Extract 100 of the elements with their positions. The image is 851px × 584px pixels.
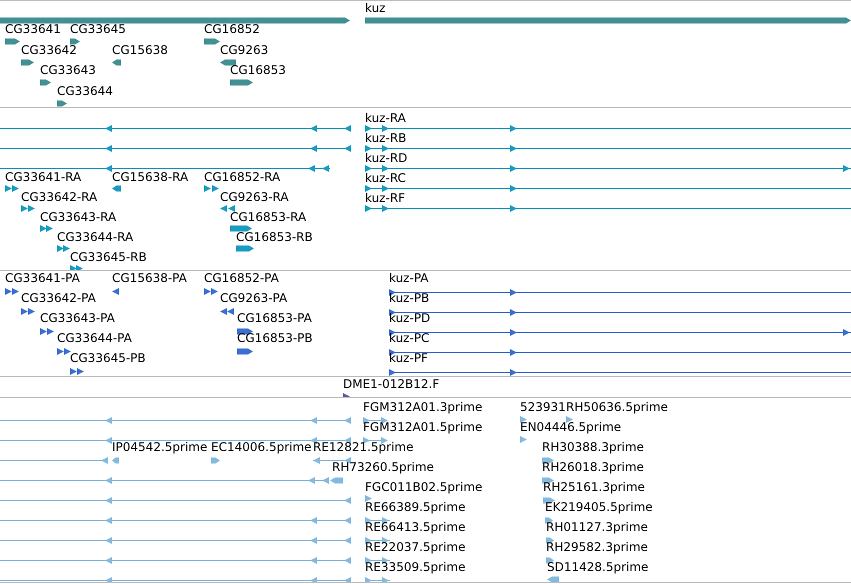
feature-label: RH50636.5prime: [566, 401, 668, 413]
transcript-glyph[interactable]: [365, 144, 851, 152]
feature-label: CG15638-RA: [112, 171, 188, 183]
transcript-glyph[interactable]: [204, 184, 219, 192]
transcript-glyph[interactable]: [0, 144, 351, 152]
feature-label: RH01127.3prime: [546, 521, 648, 533]
feature-label: CG16852: [204, 23, 260, 35]
est-glyph[interactable]: [313, 456, 351, 464]
feature-label: RE66389.5prime: [365, 501, 466, 513]
feature-label: RH30388.3prime: [542, 441, 644, 453]
feature-label: kuz-PB: [389, 292, 430, 304]
gene-glyph[interactable]: [230, 78, 253, 86]
feature-label: CG33641: [5, 23, 61, 35]
feature-label: kuz-RB: [365, 132, 406, 144]
feature-label: CG16852-PA: [204, 272, 279, 284]
feature-label: kuz-PA: [389, 272, 428, 284]
transcript-glyph[interactable]: [57, 244, 70, 252]
est-glyph[interactable]: [545, 516, 553, 524]
feature-label: EK219405.5prime: [545, 501, 653, 513]
feature-label: RE22037.5prime: [365, 541, 466, 553]
gene-glyph[interactable]: [70, 38, 80, 44]
est-glyph[interactable]: [365, 536, 390, 544]
transcript-glyph[interactable]: [112, 184, 121, 192]
feature-label: CG9263-PA: [220, 292, 288, 304]
gene-glyph[interactable]: [40, 78, 51, 86]
gene-glyph[interactable]: [57, 100, 67, 106]
gene-glyph[interactable]: [0, 16, 350, 24]
protein-glyph[interactable]: [237, 328, 253, 334]
feature-label: EC14006.5prime: [211, 441, 312, 453]
feature-label: CG33643: [40, 64, 96, 76]
gene-glyph[interactable]: [204, 38, 220, 44]
feature-label: CG16853-PA: [237, 312, 312, 324]
feature-label: CG33641-RA: [5, 171, 82, 183]
est-glyph[interactable]: [542, 476, 554, 484]
feature-label: kuz-RA: [365, 112, 406, 124]
est-glyph[interactable]: [365, 516, 390, 524]
feature-label: CG33642-RA: [21, 191, 98, 203]
feature-label: RH26018.3prime: [542, 461, 644, 473]
transcript-glyph[interactable]: [365, 164, 851, 172]
transcript-glyph[interactable]: [0, 124, 351, 132]
feature-label: RH29582.3prime: [546, 541, 648, 553]
est-glyph[interactable]: [365, 556, 390, 564]
gene-glyph[interactable]: [5, 38, 20, 44]
feature-label: kuz-RF: [365, 192, 406, 204]
feature-label: CG9263: [220, 44, 268, 56]
transcript-glyph[interactable]: [365, 184, 851, 192]
gene-glyph[interactable]: [21, 58, 34, 66]
feature-label: CG33645-RB: [70, 251, 147, 263]
transcript-glyph[interactable]: [40, 224, 53, 232]
transcript-glyph[interactable]: [220, 204, 235, 212]
feature-label: CG33641-PA: [5, 272, 80, 284]
feature-label: kuz-PF: [389, 352, 428, 364]
est-glyph[interactable]: [546, 536, 554, 544]
feature-label: FGM312A01.3prime: [363, 401, 482, 413]
feature-label: kuz: [365, 2, 386, 14]
feature-label: CG16853-RB: [236, 231, 313, 243]
transcript-glyph[interactable]: [365, 204, 851, 212]
feature-label: SD11428.5prime: [547, 561, 648, 573]
feature-label: CG16853: [230, 64, 286, 76]
transcript-glyph[interactable]: [5, 184, 19, 192]
feature-label: CG33644-PA: [57, 332, 132, 344]
est-glyph[interactable]: [542, 456, 554, 464]
feature-label: CG33643-PA: [40, 312, 115, 324]
transcript-glyph[interactable]: [70, 264, 83, 270]
transcript-glyph[interactable]: [230, 224, 252, 232]
est-glyph[interactable]: [363, 416, 388, 424]
est-glyph[interactable]: [0, 436, 351, 444]
feature-label: CG33644: [57, 85, 113, 97]
feature-label: EN04446.5prime: [520, 421, 622, 433]
transcript-glyph[interactable]: [236, 244, 254, 252]
gene-glyph[interactable]: [220, 58, 236, 66]
feature-label: kuz-PD: [389, 312, 430, 324]
feature-label: CG33644-RA: [57, 231, 134, 243]
feature-label: RH73260.5prime: [332, 461, 434, 473]
feature-label: CG33642-PA: [21, 292, 96, 304]
transcript-glyph[interactable]: [365, 124, 851, 132]
transcript-glyph[interactable]: [21, 204, 35, 212]
feature-label: CG33642: [21, 44, 77, 56]
feature-label: kuz-RD: [365, 152, 408, 164]
feature-label: RE12821.5prime: [313, 441, 414, 453]
est-glyph[interactable]: [363, 436, 388, 444]
feature-label: kuz-RC: [365, 172, 406, 184]
feature-label: IP04542.5prime: [112, 441, 208, 453]
feature-label: RH25161.3prime: [543, 481, 645, 493]
feature-label: CG33645-PB: [70, 352, 146, 364]
feature-label: CG33645: [70, 23, 126, 35]
gene-glyph[interactable]: [112, 58, 121, 66]
feature-label: CG16853-PB: [237, 332, 313, 344]
feature-label: CG15638-PA: [112, 272, 187, 284]
transcript-glyph[interactable]: [0, 164, 330, 172]
est-glyph[interactable]: [543, 496, 555, 504]
feature-label: FGC011B02.5prime: [365, 481, 482, 493]
feature-label: kuz-PC: [389, 332, 430, 344]
gene-glyph[interactable]: [365, 16, 851, 24]
feature-label: 523931: [520, 401, 566, 413]
feature-label: CG16852-RA: [204, 171, 280, 183]
feature-label: CG33643-RA: [40, 211, 116, 223]
feature-label: CG9263-RA: [220, 191, 289, 203]
est-glyph[interactable]: [546, 556, 554, 564]
feature-label: CG15638: [112, 44, 168, 56]
